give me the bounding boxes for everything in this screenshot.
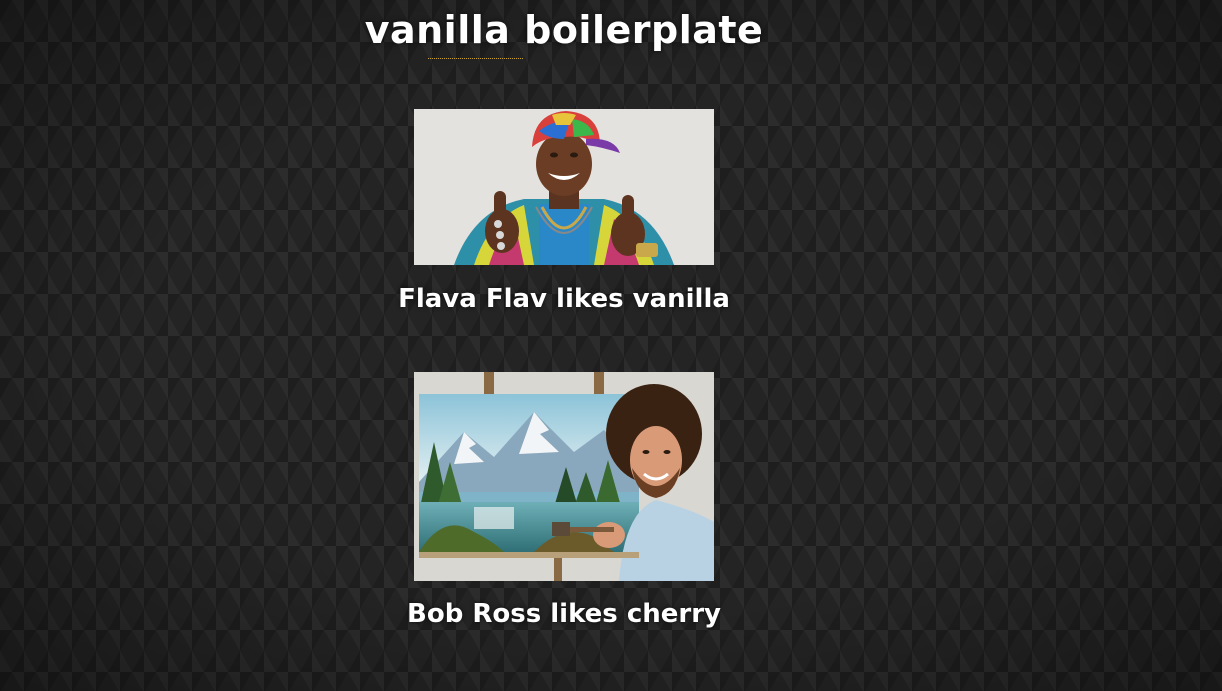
background-vignette: [0, 0, 1222, 691]
title-underline: [428, 58, 523, 59]
card-flava-flav: [414, 109, 714, 265]
bob-ross-image: [414, 372, 714, 581]
caption-flava-flav: Flava Flav likes vanilla: [398, 284, 730, 314]
caption-bob-ross: Bob Ross likes cherry: [407, 599, 721, 629]
page-title: vanilla boilerplate: [364, 8, 764, 52]
flava-flav-image: [414, 109, 714, 265]
page: { "page": { "title": "vanilla boilerplat…: [0, 0, 1222, 691]
card-bob-ross: [414, 372, 714, 581]
